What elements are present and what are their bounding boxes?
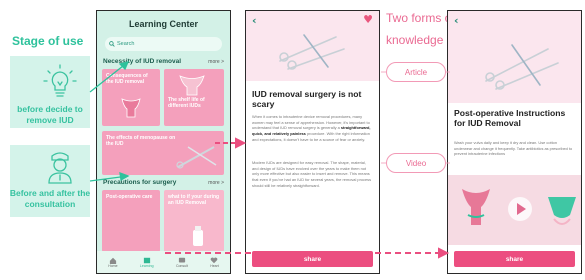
section-precautions-header: Precautions for surgery more >	[103, 179, 224, 186]
article-screen: ‹ ♥ IUD removal surgery is not scary Whe…	[245, 10, 380, 274]
share-button[interactable]: share	[252, 251, 373, 267]
section-precautions-more-link[interactable]: more >	[208, 180, 224, 186]
section-necessity-more-link[interactable]: more >	[208, 59, 224, 65]
video-title: Post-operative Instructions for IUD Remo…	[454, 108, 566, 128]
card-during-removal[interactable]: what to if your during an IUD Removal	[164, 190, 224, 252]
section-necessity-header: Necessity of IUD removal more >	[103, 58, 224, 65]
two-forms-line-1: Two forms of	[386, 11, 455, 25]
back-button[interactable]: ‹	[252, 14, 257, 27]
card-shelf-life[interactable]: The shelf life of different IUDs	[164, 69, 224, 126]
uterus-illustration	[462, 189, 490, 225]
play-icon[interactable]	[508, 197, 532, 221]
arrowhead	[235, 137, 247, 149]
search-input[interactable]: Search	[105, 37, 222, 51]
video-player[interactable]	[448, 175, 581, 245]
nurse-icon	[48, 152, 72, 184]
bottle-icon	[193, 226, 203, 246]
book-icon	[143, 257, 150, 263]
heart-icon	[211, 257, 218, 263]
video-hero-image	[448, 11, 581, 103]
learning-center-screen: Learning Center Search Necessity of IUD …	[96, 10, 231, 274]
video-description: Wash your vulva daily and keep it dry an…	[454, 140, 573, 157]
video-screen: ‹ Post-operative Instructions for IUD Re…	[447, 10, 582, 274]
home-icon	[109, 257, 116, 264]
stage-of-use-title: Stage of use	[12, 34, 84, 48]
card-post-operative-label: Post-operative care	[106, 194, 153, 200]
article-paragraph-2: Modern IUDs are designed for easy remova…	[252, 160, 372, 188]
search-placeholder: Search	[117, 41, 135, 47]
tab-learning[interactable]: Learning	[140, 257, 154, 268]
card-shelf-life-label: The shelf life of different IUDs	[168, 97, 205, 109]
uterus-icon	[179, 75, 205, 96]
article-title: IUD removal surgery is not scary	[252, 89, 362, 109]
article-paragraph-1: When it comes to intrauterine device rem…	[252, 114, 373, 143]
two-forms-line-2: knowledge	[386, 33, 444, 47]
article-pill: Article	[386, 62, 446, 82]
tab-home-label: Home	[108, 263, 118, 268]
video-pill: Video	[386, 153, 446, 173]
learning-center-title: Learning Center	[128, 19, 198, 29]
card-post-operative-care[interactable]: Post-operative care	[102, 190, 160, 252]
chat-icon	[178, 257, 185, 262]
card-menopause-label: The effects of menopause on the IUD	[106, 135, 176, 147]
tab-heart[interactable]: Heart	[210, 257, 219, 268]
card-during-removal-label: what to if your during an IUD Removal	[168, 194, 220, 206]
lightbulb-icon	[43, 64, 77, 97]
back-button[interactable]: ‹	[454, 14, 459, 27]
tab-home[interactable]: Home	[108, 257, 118, 268]
card-consequences[interactable]: Consequences of the IUD removal	[102, 69, 160, 126]
card-menopause[interactable]: The effects of menopause on the IUD	[102, 131, 224, 175]
two-forms-label: Two forms of knowledge	[386, 7, 456, 51]
share-button[interactable]: share	[454, 251, 575, 267]
section-precautions-title: Precautions for surgery	[103, 179, 177, 186]
surgical-tools-icon	[279, 34, 345, 70]
tab-consult-label: Consult	[175, 263, 188, 268]
tab-heart-label: Heart	[210, 263, 219, 268]
underwear-illustration	[548, 197, 576, 225]
search-icon	[109, 41, 115, 47]
stage-caption-before-remove: before decide to remove IUD	[17, 104, 83, 125]
bottom-tab-bar: Home Learning Consult Heart	[97, 251, 230, 273]
card-consequences-label: Consequences of the IUD removal	[106, 73, 148, 85]
surgical-tools-icon	[176, 146, 217, 169]
favorite-heart-icon[interactable]: ♥	[363, 13, 373, 26]
tab-learning-label: Learning	[139, 263, 154, 268]
surgical-tools-icon	[485, 44, 559, 90]
article-hero-image	[246, 11, 379, 81]
uterus-icon	[121, 98, 141, 118]
stage-caption-consultation: Before and after the consultation	[9, 188, 91, 209]
tab-consult[interactable]: Consult	[176, 257, 188, 268]
section-necessity-title: Necessity of IUD removal	[103, 58, 182, 65]
arrowhead	[438, 247, 450, 259]
